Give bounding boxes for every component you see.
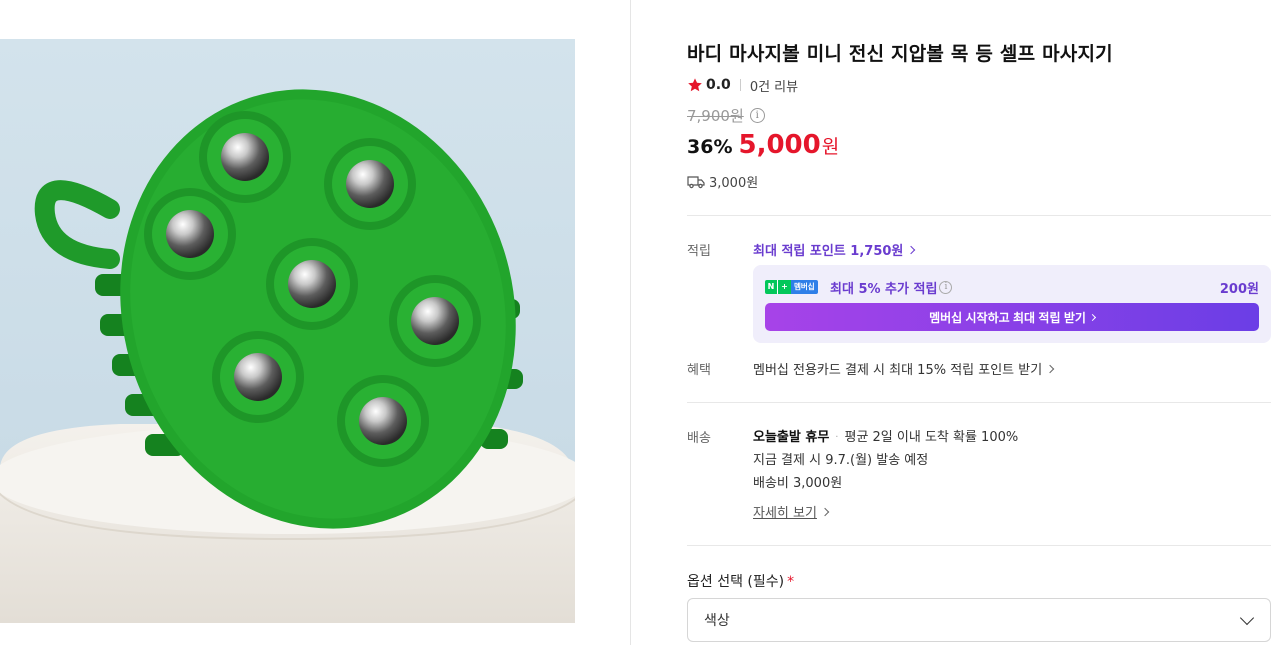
benefit-text: 멤버십 전용카드 결제 시 최대 15% 적립 포인트 받기: [753, 363, 1043, 378]
review-count[interactable]: 0건 리뷰: [750, 76, 798, 95]
option-label-text: 옵션 선택 (필수): [687, 574, 785, 590]
required-mark: *: [787, 574, 795, 590]
delivery-fee: 배송비 3,000원: [753, 476, 843, 491]
membership-promo-box: N + 멤버십 최대 5% 추가 적립 i 200원 멤버십 시작하고 최대 적…: [753, 265, 1271, 343]
divider: [687, 545, 1271, 546]
sale-price-unit: 원: [821, 136, 840, 158]
chevron-right-icon: [1088, 313, 1096, 321]
chevron-right-icon: [907, 245, 916, 254]
discount-rate: 36%: [687, 136, 733, 158]
chevron-down-icon: [1239, 610, 1255, 626]
membership-points-amount: 200원: [1219, 282, 1259, 297]
chevron-right-icon: [1045, 364, 1055, 373]
rating-score: 0.0: [706, 77, 731, 93]
product-image-pane: [0, 0, 631, 645]
delivery-detail-link[interactable]: 자세히 보기: [753, 502, 830, 521]
delivery-summary: 오늘출발 휴무 · 평균 2일 이내 도착 확률 100%: [753, 426, 1018, 449]
sale-price: 5,000: [738, 130, 821, 160]
info-icon[interactable]: i: [939, 281, 953, 294]
membership-badge-text: 멤버십: [791, 280, 818, 294]
delivery-separator: ·: [835, 432, 839, 443]
max-points-link[interactable]: 최대 적립 포인트 1,750원: [753, 240, 916, 259]
massage-ball-photo: [0, 39, 575, 623]
membership-extra-points-text: 최대 5% 추가 적립: [830, 282, 938, 297]
delivery-detail-text: 자세히 보기: [753, 506, 817, 521]
naver-membership-badge: N + 멤버십: [765, 280, 818, 294]
color-option-placeholder: 색상: [704, 613, 730, 629]
original-price: 7,900원: [687, 107, 744, 125]
rating-row[interactable]: 0.0 0건 리뷰: [687, 75, 798, 95]
delivery-type: 오늘출발 휴무: [753, 430, 830, 445]
chevron-right-icon: [820, 507, 830, 516]
membership-extra-points: 최대 5% 추가 적립 i: [830, 278, 953, 297]
rating-divider: [739, 79, 741, 91]
info-icon[interactable]: i: [749, 108, 765, 123]
start-membership-button[interactable]: 멤버십 시작하고 최대 적립 받기: [765, 303, 1259, 331]
delivery-label: 배송: [687, 431, 711, 446]
start-membership-label: 멤버십 시작하고 최대 적립 받기: [929, 310, 1086, 325]
star-icon: [688, 78, 702, 92]
plus-icon: +: [777, 280, 791, 294]
product-detail-panel: 바디 마사지볼 미니 전신 지압볼 목 등 셀프 마사지기 0.0 0건 리뷰 …: [687, 0, 1271, 645]
delivery-arrival-rate: 평균 2일 이내 도착 확률 100%: [844, 430, 1019, 445]
shipping-fee-row: 3,000원: [687, 172, 758, 191]
sale-price-row: 36% 5,000 원: [687, 130, 839, 160]
points-label: 적립: [687, 244, 711, 259]
benefit-label: 혜택: [687, 363, 711, 378]
shipping-fee: 3,000원: [709, 176, 759, 191]
dispatch-estimate: 지금 결제 시 9.7.(월) 발송 예정: [753, 453, 929, 468]
color-option-select[interactable]: 색상: [687, 598, 1271, 642]
option-select-label: 옵션 선택 (필수) *: [687, 571, 794, 591]
naver-n-icon: N: [765, 280, 777, 294]
max-points-text: 최대 적립 포인트 1,750원: [753, 244, 904, 259]
truck-icon: [687, 175, 705, 188]
original-price-row: 7,900원 i: [687, 105, 765, 126]
membership-card-benefit-link[interactable]: 멤버십 전용카드 결제 시 최대 15% 적립 포인트 받기: [753, 359, 1055, 378]
delivery-info: 오늘출발 휴무 · 평균 2일 이내 도착 확률 100% 지금 결제 시 9.…: [753, 426, 1018, 495]
divider: [687, 402, 1271, 403]
product-image[interactable]: [0, 39, 575, 623]
product-title: 바디 마사지볼 미니 전신 지압볼 목 등 셀프 마사지기: [687, 43, 1113, 65]
divider: [687, 215, 1271, 216]
